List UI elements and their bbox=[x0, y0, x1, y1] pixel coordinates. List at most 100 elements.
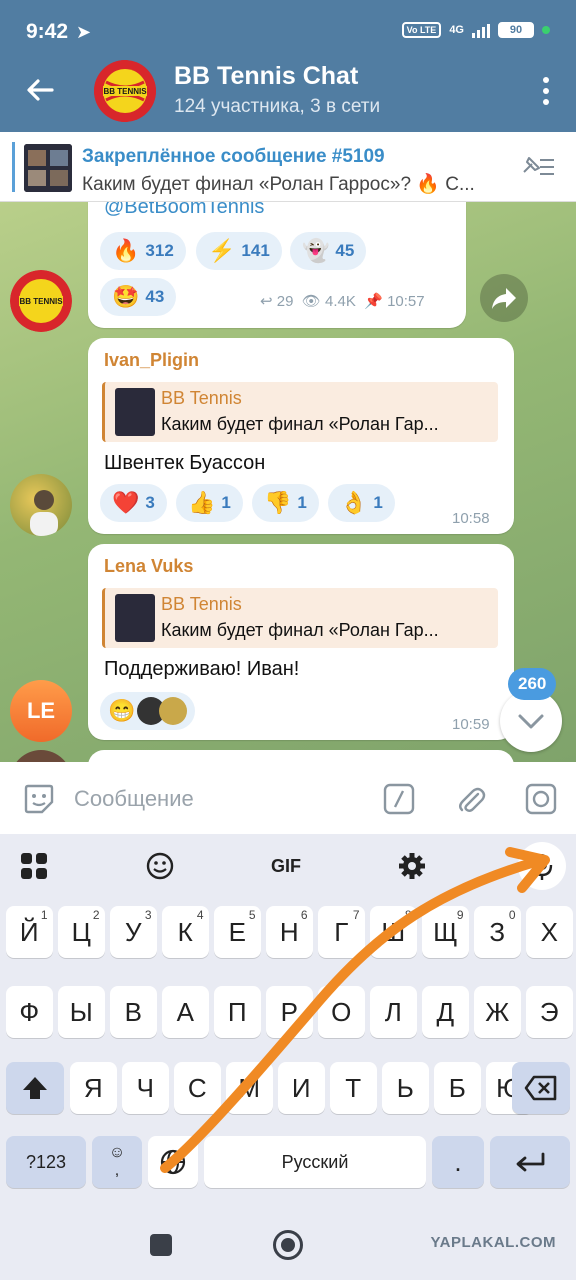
key-row3-2[interactable]: Ч bbox=[122, 1062, 169, 1114]
signal-icon bbox=[472, 22, 490, 38]
key-8[interactable]: Ш8 bbox=[370, 906, 417, 958]
message-text: @BetBoomTennis bbox=[104, 202, 265, 218]
svg-text:BB TENNIS: BB TENNIS bbox=[103, 87, 147, 96]
key-row2-5[interactable]: П bbox=[214, 986, 261, 1038]
key-row2-2[interactable]: Ы bbox=[58, 986, 105, 1038]
shift-key[interactable] bbox=[6, 1062, 64, 1114]
globe-icon bbox=[160, 1149, 186, 1175]
key-7[interactable]: Г7 bbox=[318, 906, 365, 958]
chat-messages[interactable]: @BetBoomTennis 🔥 312 ⚡ 141 👻 45 🤩 43 ↩ 29 👁 … bbox=[0, 202, 576, 762]
status-time: 9:42 bbox=[26, 20, 69, 43]
language-key[interactable] bbox=[148, 1136, 198, 1188]
space-key[interactable]: Русский bbox=[204, 1136, 426, 1188]
key-5[interactable]: Е5 bbox=[214, 906, 261, 958]
key-row3-6[interactable]: Т bbox=[330, 1062, 377, 1114]
key-row3-3[interactable]: С bbox=[174, 1062, 221, 1114]
key-row3-1[interactable]: Я bbox=[70, 1062, 117, 1114]
reaction-fire[interactable]: 🔥 312 bbox=[100, 232, 186, 270]
key-row3-7[interactable]: Ь bbox=[382, 1062, 429, 1114]
sticker-icon[interactable] bbox=[22, 782, 56, 816]
attach-icon[interactable] bbox=[454, 782, 488, 816]
message-input[interactable]: Сообщение bbox=[74, 786, 194, 812]
key-row2-7[interactable]: О bbox=[318, 986, 365, 1038]
camera-icon[interactable] bbox=[524, 782, 558, 816]
reply-icon: ↩ bbox=[260, 293, 273, 310]
share-button[interactable] bbox=[480, 274, 528, 322]
key-row2-3[interactable]: В bbox=[110, 986, 157, 1038]
message-bubble[interactable] bbox=[88, 750, 514, 762]
reply-quote[interactable]: BB Tennis Каким будет финал «Ролан Гар..… bbox=[102, 588, 498, 648]
volte-icon: Vo LTE bbox=[401, 22, 442, 38]
emoji-comma-key[interactable]: ☺, bbox=[92, 1136, 142, 1188]
gif-button[interactable]: GIF bbox=[264, 844, 308, 888]
reaction-thumbs-up[interactable]: 👍 1 bbox=[176, 484, 243, 522]
key-row3-5[interactable]: И bbox=[278, 1062, 325, 1114]
reaction-grin[interactable]: 😁 bbox=[100, 692, 196, 730]
avatar[interactable]: BB TENNIS bbox=[10, 270, 72, 332]
period-key[interactable]: . bbox=[432, 1136, 484, 1188]
key-row2-10[interactable]: Ж bbox=[474, 986, 521, 1038]
key-9[interactable]: Щ9 bbox=[422, 906, 469, 958]
pinned-list-icon[interactable] bbox=[520, 152, 556, 182]
key-row3-4[interactable]: М bbox=[226, 1062, 273, 1114]
key-row2-6[interactable]: Р bbox=[266, 986, 313, 1038]
key-11[interactable]: Х bbox=[526, 906, 573, 958]
more-menu-icon[interactable] bbox=[542, 76, 550, 106]
sender-name[interactable]: Ivan_Pligin bbox=[104, 350, 199, 371]
svg-text:BB TENNIS: BB TENNIS bbox=[19, 297, 63, 306]
key-6[interactable]: Н6 bbox=[266, 906, 313, 958]
message-composer: Сообщение bbox=[0, 762, 576, 834]
backspace-key[interactable] bbox=[512, 1062, 570, 1114]
reaction-ok[interactable]: 👌 1 bbox=[328, 484, 395, 522]
sender-name[interactable]: Lena Vuks bbox=[104, 556, 193, 577]
pinned-title: Закреплённое сообщение #5109 bbox=[82, 146, 385, 167]
message-bubble[interactable]: Ivan_Pligin BB Tennis Каким будет финал … bbox=[88, 338, 514, 534]
chat-title[interactable]: BB Tennis Chat bbox=[174, 62, 358, 91]
chat-subtitle: 124 участника, 3 в сети bbox=[174, 96, 381, 117]
microphone-icon[interactable] bbox=[518, 842, 566, 890]
key-row2-11[interactable]: Э bbox=[526, 986, 573, 1038]
avatar[interactable]: LE bbox=[10, 680, 72, 742]
key-row2-8[interactable]: Л bbox=[370, 986, 417, 1038]
reactor-avatar bbox=[159, 697, 188, 725]
key-10[interactable]: З0 bbox=[474, 906, 521, 958]
network-label: 4G bbox=[449, 24, 464, 36]
key-row3-8[interactable]: Б bbox=[434, 1062, 481, 1114]
pin-icon: 📌 bbox=[364, 293, 383, 310]
pinned-message-bar[interactable]: Закреплённое сообщение #5109 Каким будет… bbox=[0, 132, 576, 202]
avatar[interactable] bbox=[10, 750, 72, 762]
chat-avatar[interactable]: BB TENNIS bbox=[94, 60, 156, 122]
reaction-thumbs-down[interactable]: 👎 1 bbox=[252, 484, 319, 522]
emoji-small-icon: ☺ bbox=[108, 1144, 126, 1161]
key-2[interactable]: Ц2 bbox=[58, 906, 105, 958]
reaction-starstruck[interactable]: 🤩 43 bbox=[100, 278, 177, 316]
quote-text: Каким будет финал «Ролан Гар... bbox=[161, 620, 439, 640]
key-row2-9[interactable]: Д bbox=[422, 986, 469, 1038]
reaction-ghost[interactable]: 👻 45 bbox=[290, 232, 367, 270]
reaction-lightning[interactable]: ⚡ 141 bbox=[196, 232, 282, 270]
bot-command-icon[interactable] bbox=[382, 782, 416, 816]
chat-header: 9:42 ➤ Vo LTE 4G 90 BB TENNIS BB Tennis … bbox=[0, 0, 576, 132]
key-4[interactable]: К4 bbox=[162, 906, 209, 958]
key-row2-4[interactable]: А bbox=[162, 986, 209, 1038]
reaction-heart[interactable]: ❤️ 3 bbox=[100, 484, 167, 522]
enter-key[interactable] bbox=[490, 1136, 570, 1188]
settings-gear-icon[interactable] bbox=[390, 844, 434, 888]
emoji-icon[interactable] bbox=[138, 844, 182, 888]
key-row2-1[interactable]: Ф bbox=[6, 986, 53, 1038]
symbols-key[interactable]: ?123 bbox=[6, 1136, 86, 1188]
indicator-dot bbox=[542, 26, 550, 34]
back-arrow-icon[interactable] bbox=[24, 74, 56, 106]
key-3[interactable]: У3 bbox=[110, 906, 157, 958]
key-1[interactable]: Й1 bbox=[6, 906, 53, 958]
avatar-initials: LE bbox=[26, 698, 56, 723]
message-bubble[interactable]: Lena Vuks BB Tennis Каким будет финал «Р… bbox=[88, 544, 514, 740]
apps-icon[interactable] bbox=[12, 844, 56, 888]
home-button[interactable] bbox=[273, 1230, 303, 1260]
message-bubble[interactable]: @BetBoomTennis 🔥 312 ⚡ 141 👻 45 🤩 43 ↩ 29 👁 … bbox=[88, 202, 466, 328]
backspace-icon bbox=[524, 1075, 557, 1101]
avatar[interactable] bbox=[10, 474, 72, 536]
reply-quote[interactable]: BB Tennis Каким будет финал «Ролан Гар..… bbox=[102, 382, 498, 442]
shift-icon bbox=[23, 1077, 47, 1099]
recent-apps-button[interactable] bbox=[150, 1234, 172, 1256]
